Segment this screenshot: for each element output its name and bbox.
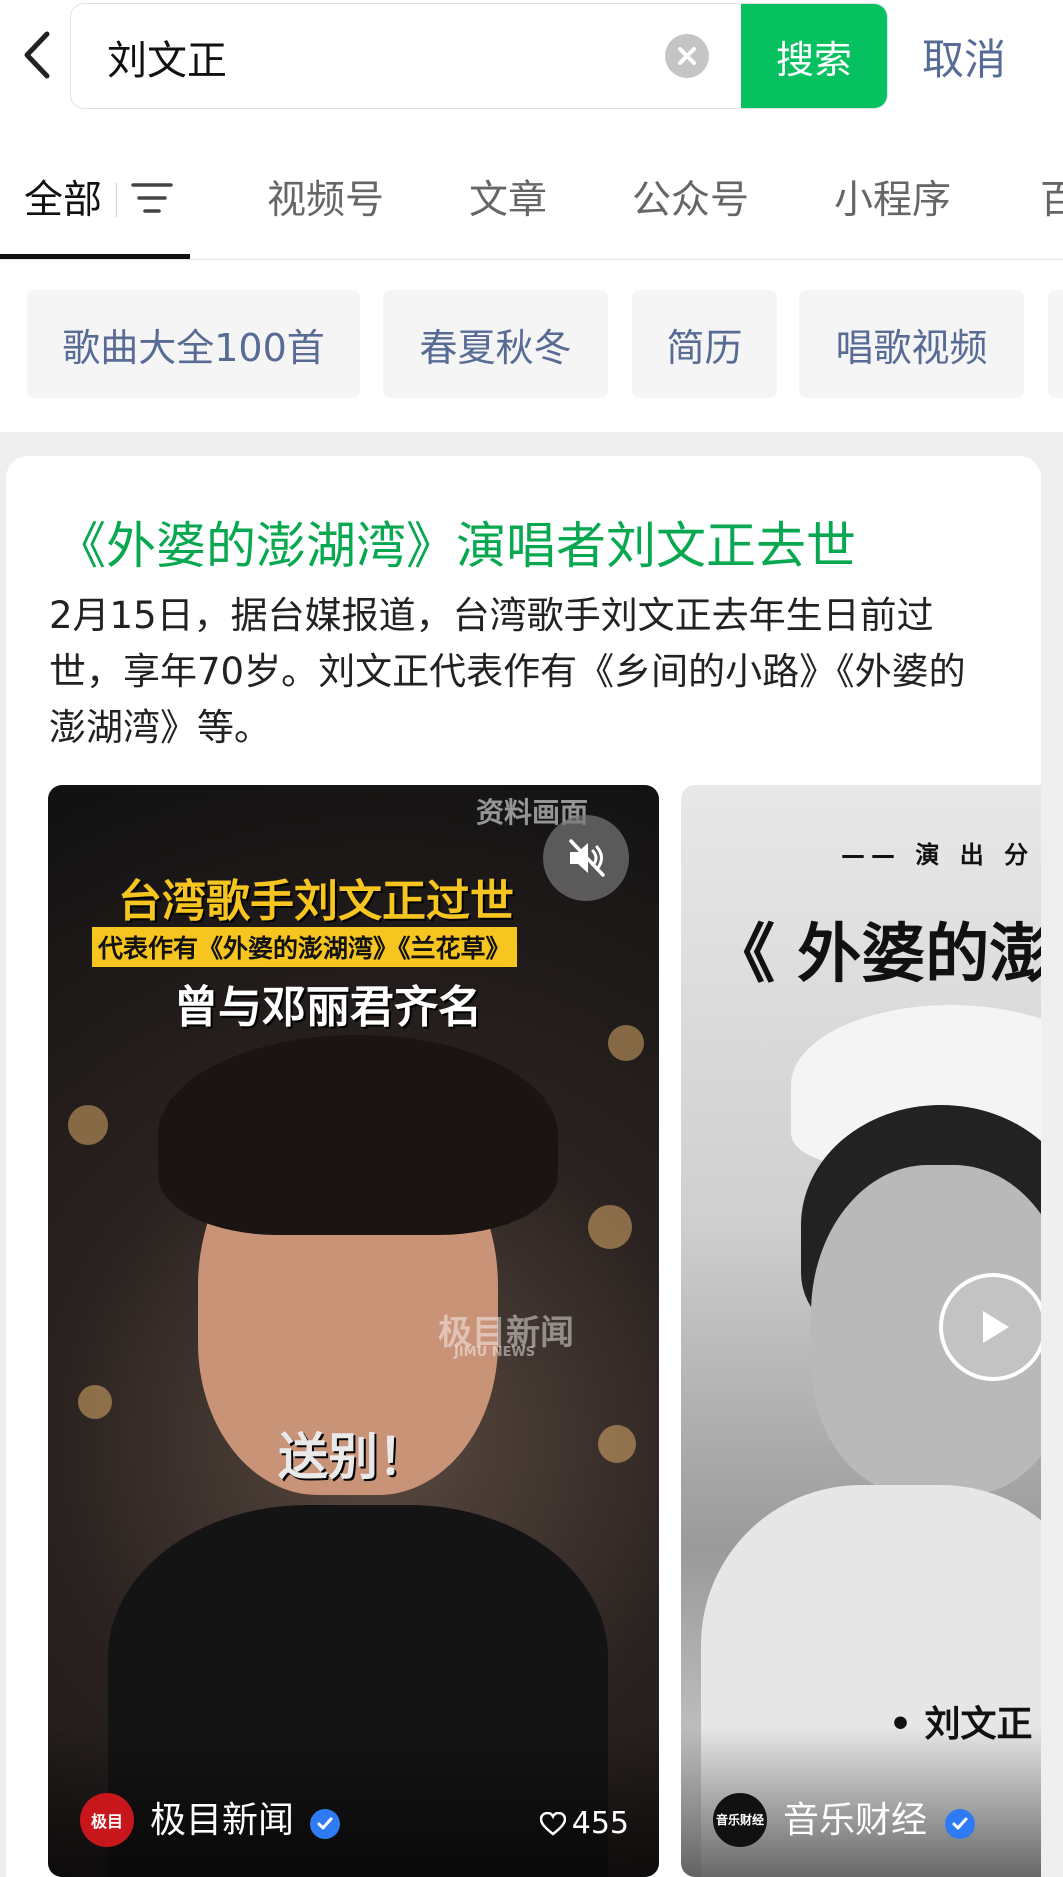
active-tab-indicator <box>0 254 190 259</box>
tab-mini-programs[interactable]: 小程序 <box>834 169 951 225</box>
tab-more[interactable]: 百 <box>1040 169 1063 225</box>
source-name[interactable]: 音乐财经 <box>783 1791 927 1843</box>
video-caption: 送别！ <box>278 1428 428 1486</box>
tab-official-accounts[interactable]: 公众号 <box>632 169 749 225</box>
close-icon <box>678 47 696 65</box>
speaker-muted-icon <box>569 839 605 877</box>
watermark-en: JIMU NEWS <box>454 1345 536 1360</box>
chip-resume[interactable]: 简历 <box>632 290 777 398</box>
filter-icon[interactable] <box>131 181 173 219</box>
category-tabs: 全部 视频号 文章 公众号 小程序 百 <box>0 135 1063 260</box>
bokeh-light <box>68 1105 108 1145</box>
search-input[interactable] <box>105 4 669 108</box>
play-button[interactable] <box>939 1273 1041 1381</box>
bokeh-light <box>588 1205 632 1249</box>
verified-icon <box>310 1809 340 1839</box>
source-logo: 极目 <box>80 1793 134 1847</box>
heart-icon <box>539 1811 566 1836</box>
video-card-1[interactable]: 资料画面 台湾歌手刘文正过世 代表作有《外婆的澎湖湾》《兰花草》 曾与邓丽君齐名… <box>48 785 659 1877</box>
result-card[interactable]: 《外婆的澎湖湾》演唱者刘文正去世 2月15日，据台媒报道，台湾歌手刘文正去年生日… <box>6 456 1041 1877</box>
result-headline[interactable]: 《外婆的澎湖湾》演唱者刘文正去世 <box>56 506 856 578</box>
likes[interactable]: 455 <box>539 1806 629 1841</box>
likes-count: 455 <box>571 1806 629 1841</box>
video-top-text: —— 演 出 分 <box>841 841 1035 869</box>
video-footer: 极目 极目新闻 455 <box>48 1727 659 1877</box>
suggestion-chips: 歌曲大全100首 春夏秋冬 简历 唱歌视频 <box>0 260 1063 432</box>
chip-songs[interactable]: 歌曲大全100首 <box>27 290 360 398</box>
tab-channels[interactable]: 视频号 <box>267 169 384 225</box>
tab-all[interactable]: 全部 <box>24 169 102 225</box>
video-title-overlay: 《 外婆的澎 <box>711 918 1041 992</box>
cancel-button[interactable]: 取消 <box>922 20 1062 92</box>
chip-seasons[interactable]: 春夏秋冬 <box>383 290 608 398</box>
play-icon <box>983 1311 1009 1343</box>
back-button[interactable] <box>14 20 58 90</box>
bokeh-light <box>608 1025 644 1061</box>
source-name[interactable]: 极目新闻 <box>150 1791 294 1843</box>
tab-articles[interactable]: 文章 <box>469 169 547 225</box>
search-box: 搜索 <box>70 3 888 109</box>
mute-button[interactable] <box>543 815 629 901</box>
search-header: 搜索 取消 <box>0 0 1063 135</box>
chevron-left-icon <box>24 31 50 79</box>
video-card-2[interactable]: —— 演 出 分 《 外婆的澎 • 刘文正 音乐财经 音乐财经 <box>681 785 1041 1877</box>
divider <box>116 183 117 217</box>
video-subtitle-overlay: 曾与邓丽君齐名 <box>174 982 482 1033</box>
video-footer: 音乐财经 音乐财经 <box>681 1727 1041 1877</box>
source-logo: 音乐财经 <box>713 1793 767 1847</box>
clear-search-button[interactable] <box>665 34 709 78</box>
result-description: 2月15日，据台媒报道，台湾歌手刘文正去年生日前过世，享年70岁。刘文正代表作有… <box>49 594 966 749</box>
search-button[interactable]: 搜索 <box>741 4 887 108</box>
video-banner-overlay: 代表作有《外婆的澎湖湾》《兰花草》 <box>92 927 517 967</box>
verified-icon <box>945 1809 975 1839</box>
portrait-hair <box>158 1035 558 1235</box>
bokeh-light <box>78 1385 112 1419</box>
video-title-overlay: 台湾歌手刘文正过世 <box>118 876 514 927</box>
chip-partial[interactable] <box>1048 290 1063 398</box>
bokeh-light <box>598 1425 636 1463</box>
chip-singing-videos[interactable]: 唱歌视频 <box>799 290 1024 398</box>
